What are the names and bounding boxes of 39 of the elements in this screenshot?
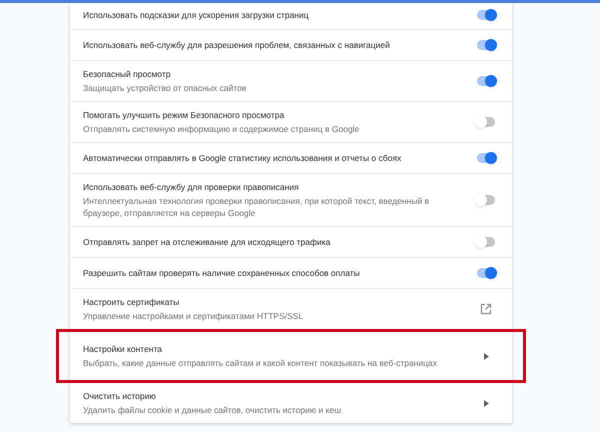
setting-description: Выбрать, какие данные отправлять сайтам и какой контент показывать на веб-страницах [83,357,438,369]
toggle-switch[interactable] [475,236,497,248]
setting-description: Управление настройками и сертификатами HTTPS/SSL [83,310,304,322]
setting-title: Очистить историю [83,390,157,402]
highlighted-setting-row[interactable]: Настройки контента Выбрать, какие данные отправлять сайтам и какой контент показывать на веб-страницах [56,329,526,383]
toggle-switch[interactable] [475,194,497,206]
setting-title: Настроить сертификаты [83,296,180,308]
toggle-switch[interactable] [475,9,497,21]
external-link-icon[interactable] [480,303,492,315]
toggle-switch[interactable] [475,39,497,51]
setting-title: Отправлять запрет на отслеживание для исходящего трафика [83,236,332,248]
setting-row[interactable]: Безопасный просмотр Защищать устройство от опасных сайтов [70,60,512,101]
toggle-switch[interactable] [475,152,497,164]
setting-description: Удалить файлы cookie и данные сайтов, очистить историю и кеш [83,404,342,416]
arrow-right-icon[interactable] [484,352,488,360]
toggle-switch[interactable] [475,75,497,87]
setting-title: Использовать веб-службу для разрешения проблем, связанных с навигацией [83,39,391,51]
setting-title: Помогать улучшить режим Безопасного просмотра [83,109,286,121]
setting-title: Использовать веб-службу для проверки правописания [83,181,300,193]
setting-row[interactable]: Использовать веб-службу для разрешения проблем, связанных с навигацией [70,29,512,60]
setting-description: Интеллектуальная технология проверки правописания, при которой текст, введенный в браузере, отправляется на серверы Google [83,195,430,219]
setting-description: Отправлять системную информацию и содержимое страниц в Google [83,123,360,135]
toggle-switch[interactable] [475,116,497,128]
setting-description: Защищать устройство от опасных сайтов [83,82,248,94]
setting-row[interactable]: Разрешить сайтам проверять наличие сохраненных способов оплаты [70,257,512,288]
setting-title: Использовать подсказки для ускорения загрузки страниц [83,9,310,21]
setting-title: Автоматически отправлять в Google статистику использования и отчеты о сбоях [83,152,402,164]
setting-row[interactable]: Использовать подсказки для ускорения загрузки страниц [70,3,512,29]
setting-row[interactable]: Отправлять запрет на отслеживание для исходящего трафика [70,226,512,257]
setting-row[interactable]: Использовать веб-службу для проверки правописания Интеллектуальная технология проверки правописания, при которой текст, введенный в браузере, отправляется на серверы Google [70,173,512,226]
setting-title: Разрешить сайтам проверять наличие сохраненных способов оплаты [83,267,361,279]
setting-title: Настройки контента [83,343,164,355]
setting-row[interactable]: Настроить сертификаты Управление настройками и сертификатами HTTPS/SSL [70,288,512,329]
setting-row[interactable]: Автоматически отправлять в Google статистику использования и отчеты о сбоях [70,142,512,173]
setting-row[interactable]: Помогать улучшить режим Безопасного просмотра Отправлять системную информацию и содержимое страниц в Google [70,101,512,142]
setting-title: Безопасный просмотр [83,68,172,80]
arrow-right-icon[interactable] [484,400,488,406]
toggle-switch[interactable] [475,267,497,279]
setting-row[interactable]: Очистить историю Удалить файлы cookie и данные сайтов, очистить историю и кеш [70,383,512,423]
